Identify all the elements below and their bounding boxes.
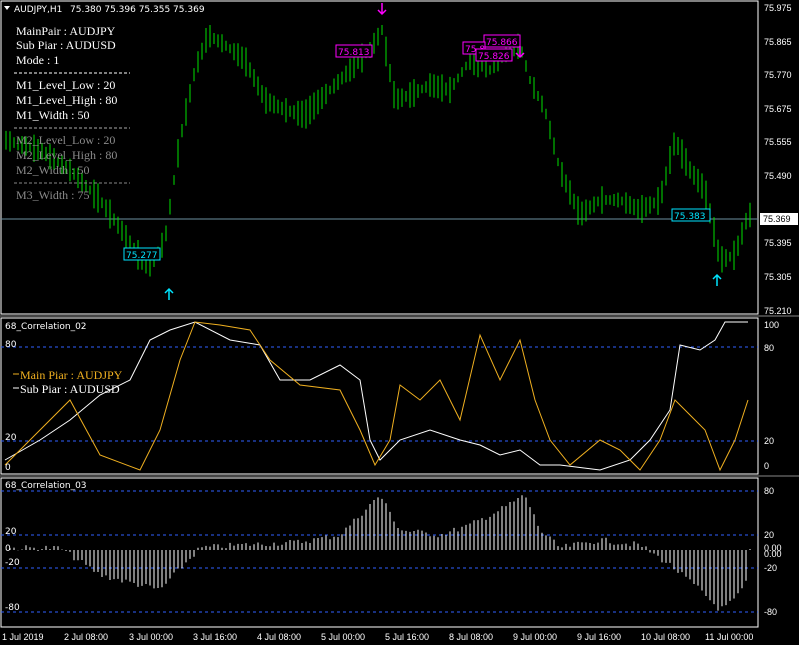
time-tick: 5 Jul 00:00	[321, 632, 365, 642]
price-label-5: 75.826	[475, 48, 513, 62]
info-sub-pair: Sub Piar : AUDUSD	[16, 38, 116, 52]
price-tick: 75.770	[764, 70, 792, 80]
sub1-left-20: 20	[5, 433, 17, 443]
time-tick: 1 Jul 2019	[2, 632, 44, 642]
sub1-right-tick: 80	[764, 343, 774, 353]
correlation-02-title: 68_Correlation_02	[5, 322, 87, 332]
sub1-left-80: 80	[5, 340, 17, 350]
info-mode: Mode : 1	[16, 53, 59, 67]
price-tick: 75.490	[764, 171, 792, 181]
info-m1-high: M1_Level_High : 80	[16, 93, 117, 107]
info-m3-width: M3_Width : 75	[16, 188, 90, 202]
sub2-right-tick: 80	[764, 486, 774, 496]
price-tick: 75.865	[764, 37, 792, 47]
time-tick: 10 Jul 08:00	[641, 632, 690, 642]
time-axis[interactable]: 1 Jul 2019 2 Jul 08:00 3 Jul 00:00 3 Jul…	[2, 632, 753, 642]
sub1-right-tick: 100	[764, 320, 779, 330]
sub2-left-0: 0	[5, 544, 11, 554]
price-tick: 75.975	[764, 3, 792, 13]
correlation-02-panel[interactable]	[0, 317, 759, 475]
sub2-left-20: 20	[5, 527, 17, 537]
ohlc-label: 75.380 75.396 75.355 75.369	[70, 5, 205, 15]
time-tick: 5 Jul 16:00	[385, 632, 429, 642]
info-m2-low: M2_Level_Low : 20	[16, 133, 115, 147]
price-tick: 75.555	[764, 137, 792, 147]
price-label-1: 75.277	[123, 247, 161, 261]
price-label-6-text: 75.383	[674, 212, 706, 222]
time-tick: 9 Jul 00:00	[513, 632, 557, 642]
sub1-right-tick: 20	[764, 436, 774, 446]
sub2-right-tick: -20	[764, 563, 777, 573]
price-tick: 75.675	[764, 104, 792, 114]
price-label-1-text: 75.277	[126, 251, 158, 261]
sub2-left-minus80: -80	[5, 603, 20, 613]
time-tick: 8 Jul 08:00	[449, 632, 493, 642]
price-tick: 75.305	[764, 272, 792, 282]
sub2-right-tick: 0.00	[764, 549, 782, 559]
info-m2-high: M2_Level_High : 80	[16, 148, 117, 162]
time-tick: 11 Jul 00:00	[705, 632, 753, 642]
legend-sub-pair: Sub Piar : AUDUSD	[20, 382, 120, 396]
sub2-right-tick: 20	[764, 530, 774, 540]
current-price-text: 75.369	[763, 214, 791, 224]
info-m1-low: M1_Level_Low : 20	[16, 78, 115, 92]
info-m2-width: M2_Width : 50	[16, 163, 90, 177]
price-label-3: 75.866	[483, 34, 521, 48]
price-label-2: 75.813	[335, 44, 373, 58]
legend-main-pair: Main Piar : AUDJPY	[20, 368, 123, 382]
time-tick: 3 Jul 16:00	[193, 632, 237, 642]
time-tick: 4 Jul 08:00	[257, 632, 301, 642]
sub1-right-tick: 0	[764, 461, 769, 471]
time-tick: 3 Jul 00:00	[129, 632, 173, 642]
time-tick: 9 Jul 16:00	[577, 632, 621, 642]
symbol-label: AUDJPY,H1	[14, 5, 62, 15]
info-m1-width: M1_Width : 50	[16, 108, 90, 122]
info-main-pair: MainPair : AUDJPY	[16, 24, 116, 38]
chart-window[interactable]: AUDJPY,H1 75.380 75.396 75.355 75.369 Ma…	[0, 0, 799, 645]
price-axis[interactable]: 75.975 75.865 75.770 75.675 75.555 75.49…	[764, 3, 792, 316]
price-label-2-text: 75.813	[338, 48, 370, 58]
sub1-left-0: 0	[5, 463, 11, 473]
price-tick: 75.395	[764, 238, 792, 248]
price-label-6: 75.383	[671, 208, 711, 222]
price-tick: 75.210	[764, 306, 792, 316]
correlation-03-panel[interactable]	[0, 477, 759, 628]
sub2-right-tick: -80	[764, 607, 777, 617]
price-label-3-text: 75.866	[486, 38, 518, 48]
price-label-5-text: 75.826	[478, 52, 510, 62]
time-tick: 2 Jul 08:00	[64, 632, 108, 642]
sub2-left-minus20: -20	[5, 558, 20, 568]
